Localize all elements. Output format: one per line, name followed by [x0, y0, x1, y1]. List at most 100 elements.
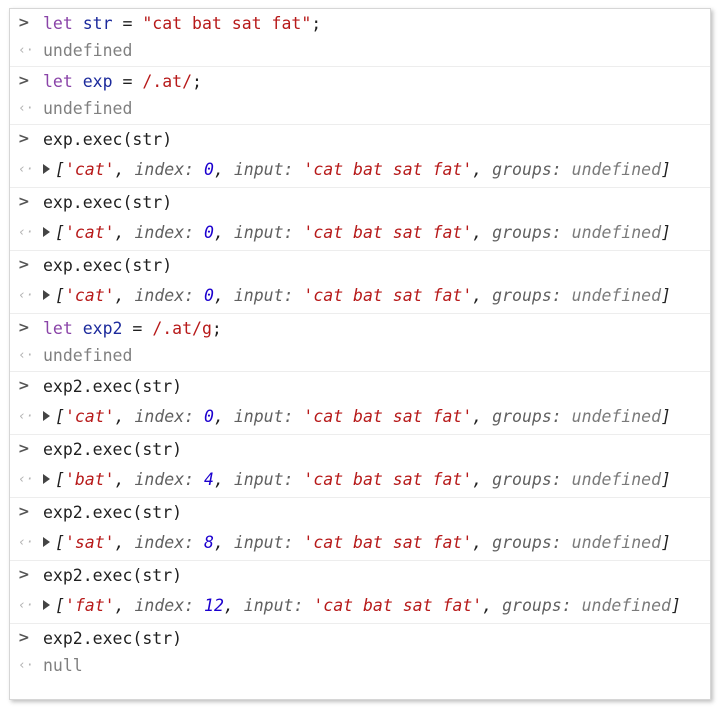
match-value: 'cat' — [64, 407, 115, 426]
groups-value: undefined — [571, 286, 662, 305]
console-entry: > exp2.exec(str) ‹· ['sat', index: 8, inpu… — [10, 498, 710, 561]
bracket-close: ] — [661, 533, 671, 552]
match-value: 'bat' — [64, 470, 115, 489]
input-prompt-icon: > — [18, 320, 30, 336]
separator: , — [114, 407, 135, 426]
keyword: let — [43, 14, 73, 33]
string-literal: "cat bat sat fat" — [142, 14, 312, 33]
input-code: exp2.exec(str) — [43, 377, 183, 396]
regex-literal: /.at/g — [152, 319, 212, 338]
groups-value: undefined — [571, 407, 662, 426]
input-key: input: — [243, 596, 304, 615]
separator: , — [472, 470, 493, 489]
console-output-line: ‹· null — [10, 653, 710, 681]
input-key: input: — [233, 286, 294, 305]
output-value: null — [43, 656, 83, 675]
console-entry: > let str = "cat bat sat fat"; ‹· undefine… — [10, 9, 710, 67]
input-value: 'cat bat sat fat' — [303, 286, 473, 305]
input-key: input: — [233, 160, 294, 179]
input-prompt-icon: > — [18, 378, 30, 394]
console-input-line[interactable]: > let exp = /.at/; — [10, 67, 710, 96]
expand-triangle-icon[interactable] — [43, 164, 50, 174]
console-output-line: ‹· ['cat', index: 0, input: 'cat bat sat … — [10, 401, 710, 434]
console-input-line[interactable]: > exp.exec(str) — [10, 125, 710, 154]
groups-key: groups: — [492, 533, 562, 552]
bracket-close: ] — [661, 286, 671, 305]
separator: , — [114, 223, 135, 242]
console-output-line: ‹· ['sat', index: 8, input: 'cat bat sat … — [10, 527, 710, 560]
match-value: 'cat' — [64, 223, 115, 242]
input-key: input: — [233, 407, 294, 426]
index-value: 0 — [204, 286, 214, 305]
index-key: index: — [134, 407, 195, 426]
index-value: 12 — [204, 596, 224, 615]
console-entry: > let exp = /.at/; ‹· undefined — [10, 67, 710, 125]
separator: , — [472, 533, 493, 552]
input-value: 'cat bat sat fat' — [303, 223, 473, 242]
output-prompt-icon: ‹· — [18, 162, 34, 177]
console-entry: > exp2.exec(str) ‹· ['fat', index: 12, inp… — [10, 561, 710, 624]
console-output-line: ‹· undefined — [10, 343, 710, 371]
input-value: 'cat bat sat fat' — [303, 533, 473, 552]
output-prompt-icon: ‹· — [18, 409, 34, 424]
separator: , — [482, 596, 503, 615]
index-key: index: — [134, 286, 195, 305]
console-input-line[interactable]: > let exp2 = /.at/g; — [10, 314, 710, 343]
output-prompt-icon: ‹· — [18, 535, 34, 550]
console-input-line[interactable]: > exp2.exec(str) — [10, 561, 710, 590]
input-value: 'cat bat sat fat' — [313, 596, 483, 615]
separator: , — [213, 286, 234, 305]
input-code: exp.exec(str) — [43, 256, 173, 275]
console-input-line[interactable]: > exp.exec(str) — [10, 188, 710, 217]
input-prompt-icon: > — [18, 504, 30, 520]
keyword: let — [43, 319, 73, 338]
expand-triangle-icon[interactable] — [43, 474, 50, 484]
output-value: undefined — [43, 41, 133, 60]
input-code: exp.exec(str) — [43, 193, 173, 212]
expand-triangle-icon[interactable] — [43, 600, 50, 610]
groups-value: undefined — [571, 533, 662, 552]
console-input-line[interactable]: > exp2.exec(str) — [10, 372, 710, 401]
expand-triangle-icon[interactable] — [43, 411, 50, 421]
input-key: input: — [233, 223, 294, 242]
output-prompt-icon: ‹· — [18, 225, 34, 240]
bracket-open: [ — [55, 160, 65, 179]
index-value: 0 — [204, 160, 214, 179]
output-prompt-icon: ‹· — [18, 101, 34, 116]
expand-triangle-icon[interactable] — [43, 290, 50, 300]
groups-key: groups: — [502, 596, 572, 615]
console-output-line: ‹· ['cat', index: 0, input: 'cat bat sat … — [10, 217, 710, 250]
input-prompt-icon: > — [18, 194, 30, 210]
console-output-line: ‹· undefined — [10, 38, 710, 66]
input-key: input: — [233, 533, 294, 552]
input-prompt-icon: > — [18, 73, 30, 89]
console-output-line: ‹· ['bat', index: 4, input: 'cat bat sat … — [10, 464, 710, 497]
groups-key: groups: — [492, 470, 562, 489]
separator: , — [213, 223, 234, 242]
console-input-line[interactable]: > let str = "cat bat sat fat"; — [10, 9, 710, 38]
index-key: index: — [134, 470, 195, 489]
match-value: 'cat' — [64, 160, 115, 179]
index-value: 0 — [204, 223, 214, 242]
devtools-console: > let str = "cat bat sat fat"; ‹· undefine… — [9, 8, 711, 700]
console-input-line[interactable]: > exp2.exec(str) — [10, 435, 710, 464]
semicolon: ; — [211, 319, 222, 338]
console-input-line[interactable]: > exp.exec(str) — [10, 251, 710, 280]
console-entry: > exp2.exec(str) ‹· ['cat', index: 0, inpu… — [10, 372, 710, 435]
input-prompt-icon: > — [18, 257, 30, 273]
semicolon: ; — [192, 72, 202, 91]
variable-name: exp — [82, 72, 113, 91]
expand-triangle-icon[interactable] — [43, 537, 50, 547]
bracket-open: [ — [55, 533, 65, 552]
console-output-line: ‹· ['cat', index: 0, input: 'cat bat sat … — [10, 280, 710, 313]
expand-triangle-icon[interactable] — [43, 227, 50, 237]
bracket-open: [ — [55, 286, 65, 305]
input-prompt-icon: > — [18, 567, 30, 583]
index-value: 4 — [204, 470, 214, 489]
separator: , — [472, 286, 493, 305]
console-input-line[interactable]: > exp2.exec(str) — [10, 624, 710, 653]
console-input-line[interactable]: > exp2.exec(str) — [10, 498, 710, 527]
groups-key: groups: — [492, 223, 562, 242]
input-value: 'cat bat sat fat' — [303, 470, 473, 489]
separator: , — [472, 160, 493, 179]
